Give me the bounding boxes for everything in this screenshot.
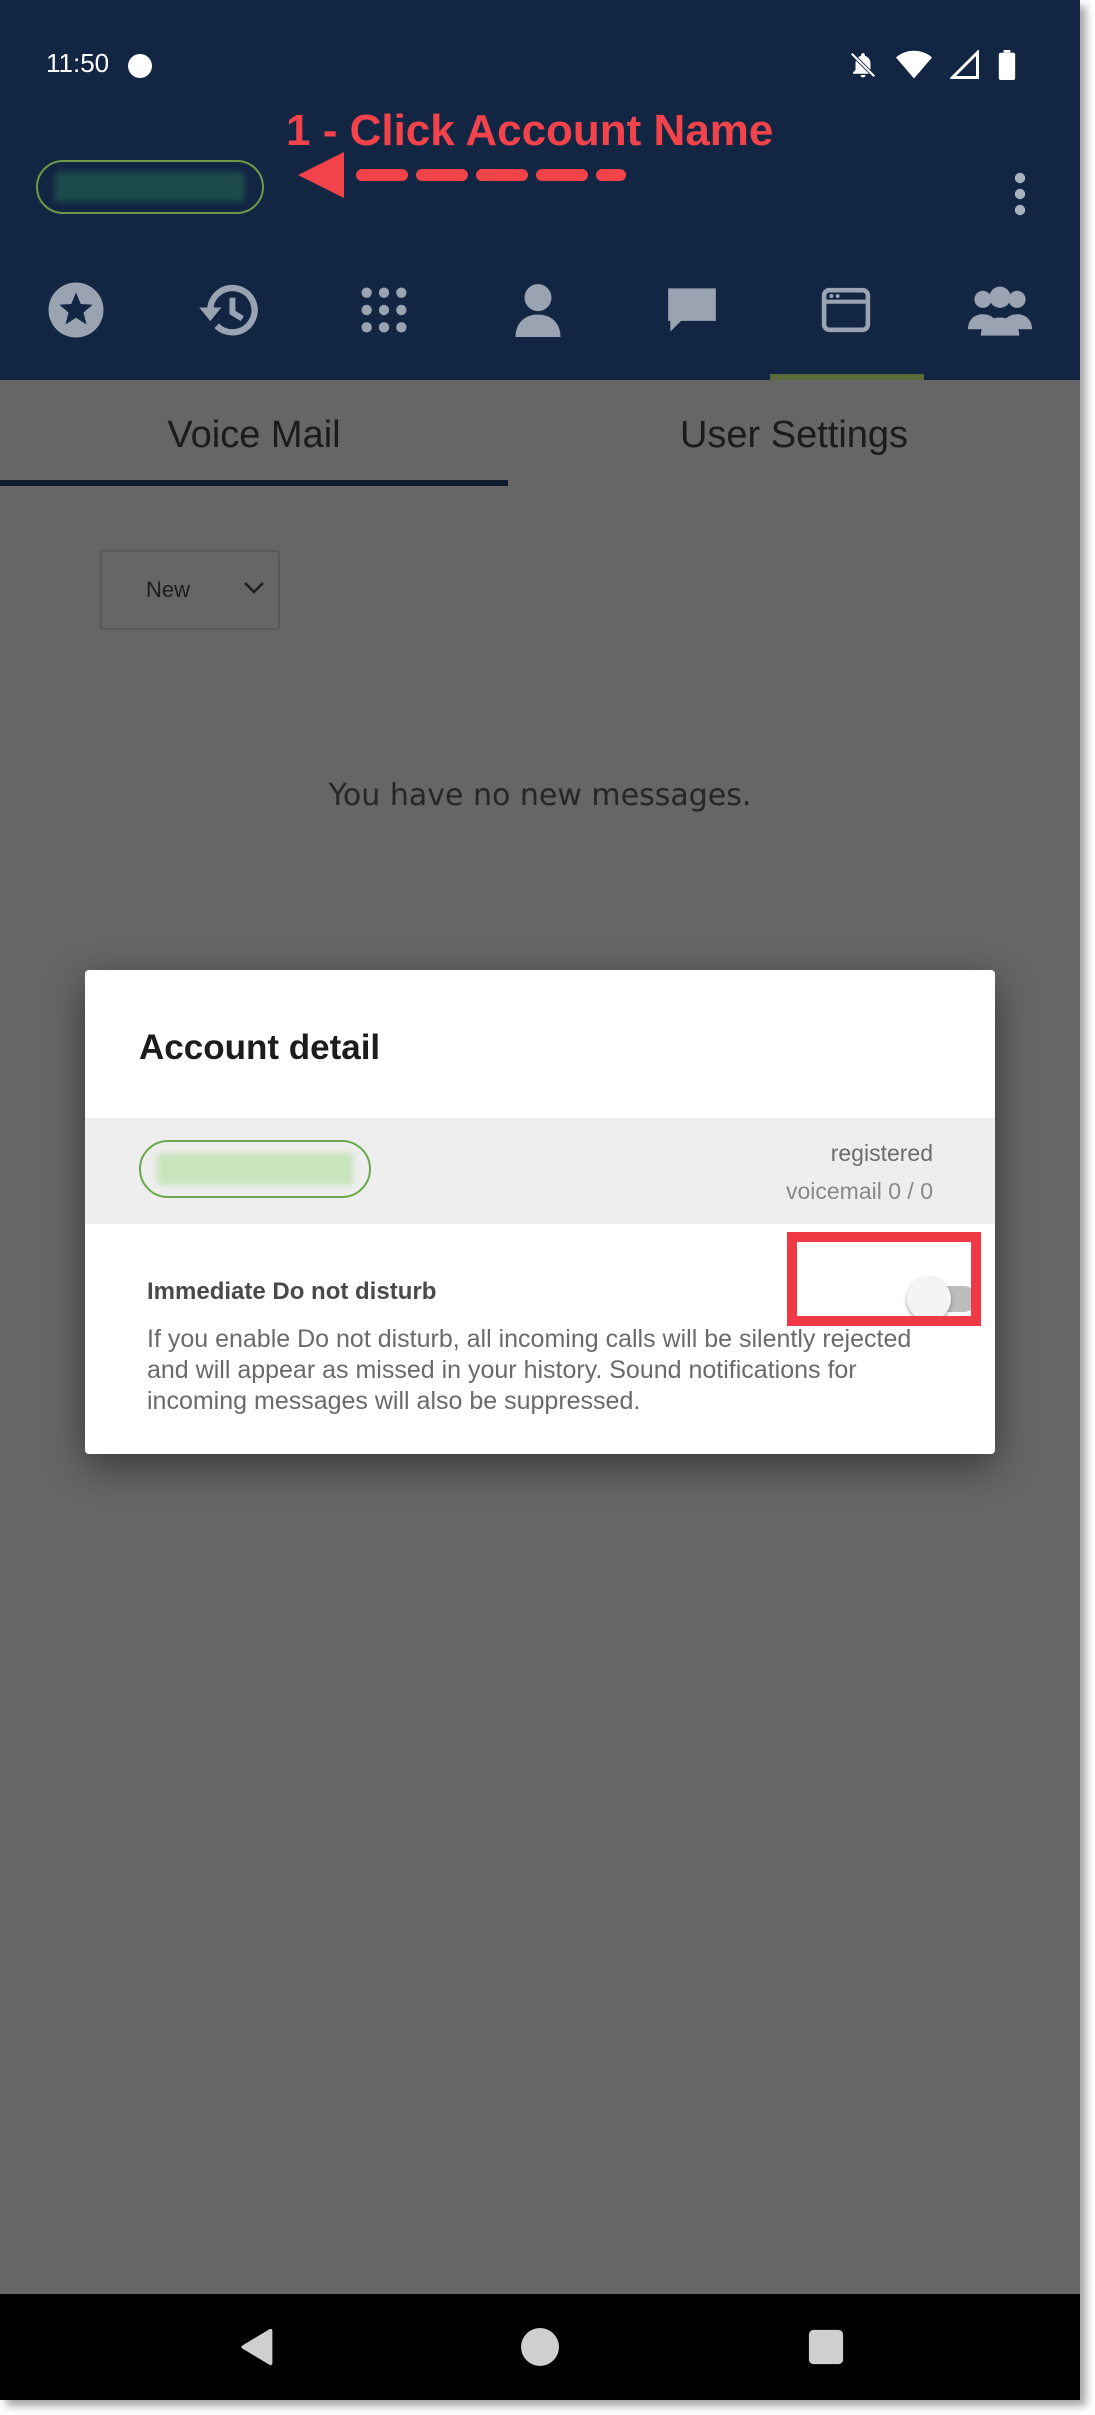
empty-voicemail-message: You have no new messages.: [328, 778, 752, 813]
back-button[interactable]: [206, 2294, 306, 2400]
nav-chat[interactable]: [632, 270, 752, 350]
status-icons: [848, 50, 1016, 80]
home-button[interactable]: [490, 2294, 590, 2400]
tab-bar: Voice Mail User Settings: [0, 380, 1080, 490]
voicemail-window-icon: [821, 287, 871, 333]
back-triangle-icon: [241, 2328, 273, 2366]
registration-status: registered: [830, 1140, 933, 1166]
dialpad-icon: [361, 287, 407, 333]
cell-signal-icon: [950, 50, 979, 79]
tab-user-settings[interactable]: User Settings: [508, 380, 1080, 490]
tab-voice-mail[interactable]: Voice Mail: [0, 380, 508, 490]
recents-button[interactable]: [776, 2294, 876, 2400]
account-name-redacted: [157, 1153, 353, 1185]
app-header: 11:50 1 - Click Account Name: [0, 0, 1080, 380]
main-nav: [0, 270, 1080, 380]
tab-active-underline: [0, 480, 508, 486]
account-row: registered voicemail 0 / 0: [85, 1118, 995, 1224]
chat-icon: [668, 288, 716, 332]
dialog-title: Account detail: [139, 1028, 381, 1067]
nav-history[interactable]: [170, 270, 290, 350]
status-time: 11:50: [46, 48, 110, 78]
dnd-description: If you enable Do not disturb, all incomi…: [147, 1325, 912, 1415]
nav-contacts[interactable]: [478, 270, 598, 350]
home-circle-icon: [521, 2328, 559, 2366]
annotation-highlight-box: [787, 1232, 981, 1326]
voicemail-filter-select[interactable]: New: [100, 550, 280, 630]
overflow-menu-icon[interactable]: [1012, 172, 1028, 216]
account-name-redacted: [55, 172, 245, 202]
nav-voicemail[interactable]: [786, 270, 906, 350]
groups-icon: [968, 286, 1032, 336]
battery-icon: [998, 50, 1016, 80]
nav-dialpad[interactable]: [324, 270, 444, 350]
account-name-chip[interactable]: [36, 160, 264, 214]
voicemail-count: voicemail 0 / 0: [785, 1178, 933, 1204]
wifi-icon: [896, 50, 932, 79]
account-detail-dialog: Account detail registered voicemail 0 / …: [85, 970, 995, 1454]
system-nav-bar: [0, 2294, 1080, 2400]
nav-groups[interactable]: [940, 270, 1060, 350]
notification-dot-icon: [128, 54, 152, 78]
history-icon: [199, 284, 258, 336]
star-icon: [48, 282, 104, 338]
filter-selected-value: New: [146, 577, 191, 602]
phone-screen: 11:50 1 - Click Account Name Voice Mail …: [0, 0, 1080, 2400]
chevron-down-icon: [244, 582, 264, 594]
account-name-pill: [139, 1140, 371, 1198]
annotation-step-label: 1 - Click Account Name: [286, 106, 774, 155]
recents-square-icon: [808, 2329, 844, 2365]
annotation-arrow-icon: [298, 152, 626, 198]
dnd-title: Immediate Do not disturb: [147, 1278, 437, 1305]
contact-icon: [515, 284, 561, 337]
nav-favorites[interactable]: [16, 270, 136, 350]
notifications-off-icon: [850, 52, 876, 78]
